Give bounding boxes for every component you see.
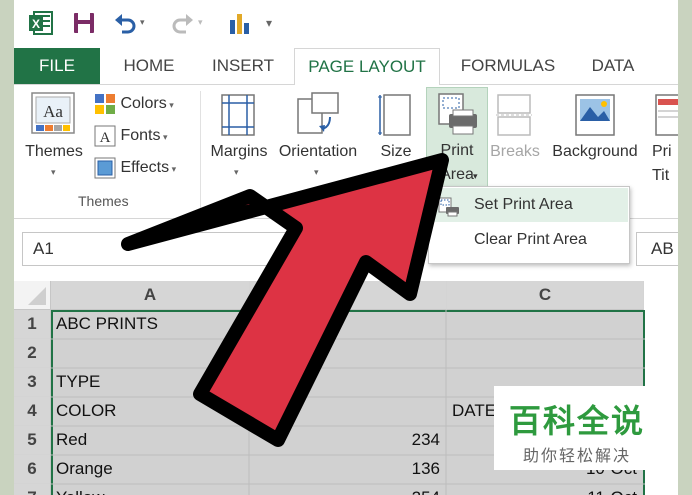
watermark-title: 百科全说	[508, 403, 645, 439]
watermark-subtitle: 助你轻松解决	[522, 448, 631, 465]
watermark: 百科全说 助你轻松解决	[494, 386, 660, 470]
